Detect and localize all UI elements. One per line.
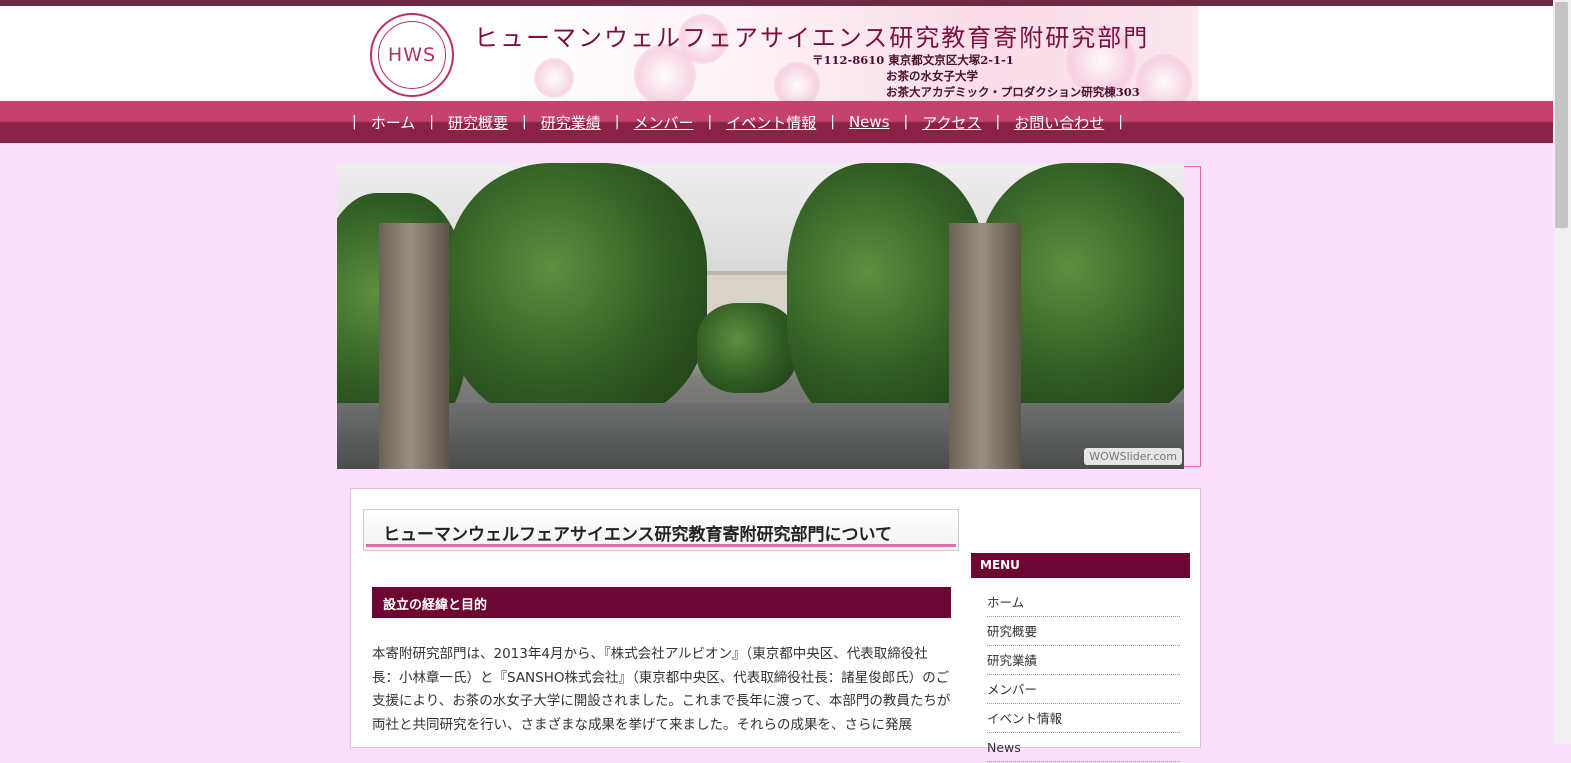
hero-slider-image[interactable]: WOWSlider.com xyxy=(337,163,1184,469)
campus-road xyxy=(337,403,1184,469)
sidebar-item-members[interactable]: メンバー xyxy=(987,676,1180,704)
site-header: HWS ヒューマンウェルフェアサイエンス研究教育寄附研究部門 〒112-8610… xyxy=(0,6,1553,102)
nav-separator: | xyxy=(429,114,434,130)
sidebar-item-research-overview[interactable]: 研究概要 xyxy=(987,618,1180,646)
nav-members[interactable]: メンバー xyxy=(633,112,693,133)
hws-logo[interactable]: HWS xyxy=(370,13,454,97)
global-nav-items: | ホーム | 研究概要 | 研究業績 | メンバー | イベント情報 | Ne… xyxy=(352,101,1137,143)
tree-center xyxy=(697,303,797,393)
address-university: お茶の水女子大学 xyxy=(886,69,978,83)
sidebar-item-events[interactable]: イベント情報 xyxy=(987,705,1180,733)
content-area: ヒューマンウェルフェアサイエンス研究教育寄附研究部門について 設立の経緯と目的 … xyxy=(350,488,1201,762)
sidebar-menu-header: MENU xyxy=(971,553,1190,578)
nav-research-achievements[interactable]: 研究業績 xyxy=(541,112,601,133)
heading-underline xyxy=(366,544,956,547)
sakura-decoration xyxy=(1136,54,1192,102)
sidebar-menu: ホーム 研究概要 研究業績 メンバー イベント情報 News xyxy=(987,589,1180,763)
page-heading-box: ヒューマンウェルフェアサイエンス研究教育寄附研究部門について xyxy=(363,509,959,551)
nav-separator: | xyxy=(707,114,713,130)
section-heading-bar: 設立の経緯と目的 xyxy=(372,587,951,618)
slider-credit[interactable]: WOWSlider.com xyxy=(1084,448,1182,465)
nav-separator: | xyxy=(522,114,527,130)
gate-pillar-left xyxy=(379,223,449,469)
nav-separator: | xyxy=(830,114,835,130)
address-postal: 〒112-8610 東京都文京区大塚2-1-1 xyxy=(812,53,1014,67)
nav-contact[interactable]: お問い合わせ xyxy=(1014,112,1104,133)
nav-separator: | xyxy=(995,114,1001,130)
intro-paragraph: 本寄附研究部門は、2013年4月から、『株式会社アルビオン』（東京都中央区、代表… xyxy=(372,646,951,733)
nav-events[interactable]: イベント情報 xyxy=(726,112,816,133)
gate-pillar-right xyxy=(949,223,1021,469)
header-banner: HWS ヒューマンウェルフェアサイエンス研究教育寄附研究部門 〒112-8610… xyxy=(366,6,1198,102)
nav-separator: | xyxy=(352,114,357,130)
scrollbar-thumb[interactable] xyxy=(1555,2,1568,228)
nav-home[interactable]: ホーム xyxy=(371,112,416,133)
page-title: ヒューマンウェルフェアサイエンス研究教育寄附研究部門について xyxy=(383,525,892,545)
section-heading: 設立の経緯と目的 xyxy=(383,598,488,613)
sidebar-item-home[interactable]: ホーム xyxy=(987,589,1180,617)
address-building: お茶大アカデミック・プロダクション研究棟303 xyxy=(886,85,1140,99)
nav-research-overview[interactable]: 研究概要 xyxy=(448,112,508,133)
sidebar-menu-title: MENU xyxy=(980,558,1020,572)
vertical-scrollbar[interactable] xyxy=(1553,0,1571,744)
site-title: ヒューマンウェルフェアサイエンス研究教育寄附研究部門 xyxy=(474,24,1150,52)
nav-separator: | xyxy=(614,114,620,130)
nav-access[interactable]: アクセス xyxy=(922,112,981,133)
sakura-decoration xyxy=(534,58,574,98)
tree-left-center xyxy=(447,163,707,423)
sidebar-item-research-achievements[interactable]: 研究業績 xyxy=(987,647,1180,675)
logo-text: HWS xyxy=(378,21,446,89)
sidebar-item-news[interactable]: News xyxy=(987,734,1180,762)
nav-news[interactable]: News xyxy=(849,113,890,131)
nav-separator: | xyxy=(1118,114,1123,130)
address-block: 〒112-8610 東京都文京区大塚2-1-1 お茶の水女子大学 お茶大アカデミ… xyxy=(812,52,1140,100)
nav-separator: | xyxy=(903,114,909,130)
global-nav: | ホーム | 研究概要 | 研究業績 | メンバー | イベント情報 | Ne… xyxy=(0,101,1553,143)
